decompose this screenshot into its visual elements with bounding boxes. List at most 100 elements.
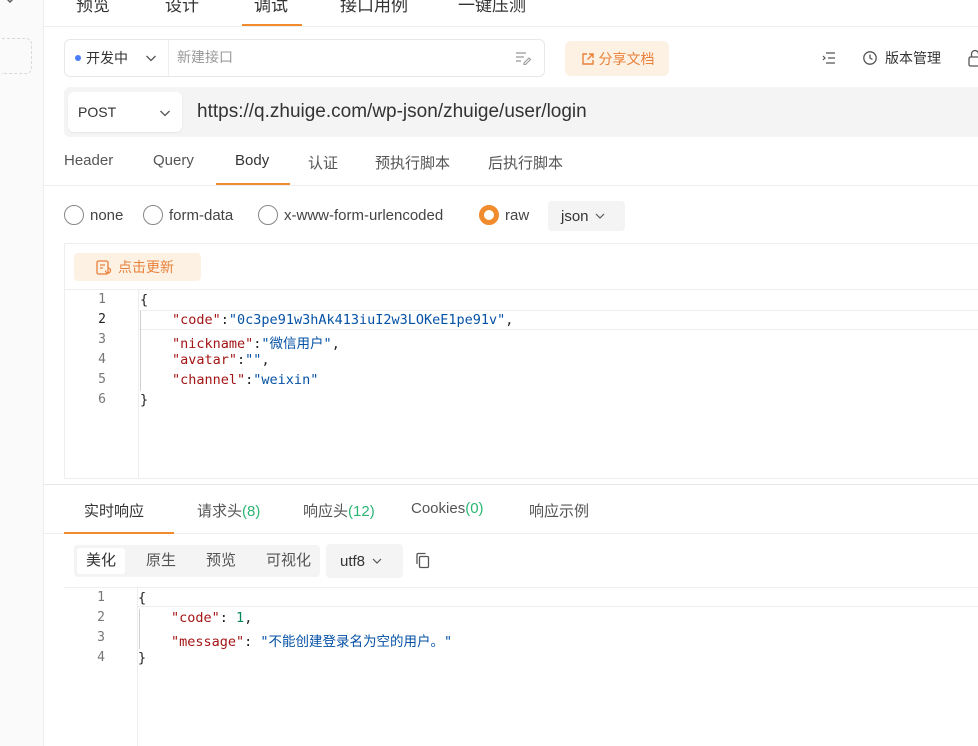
- code-line: "message": "不能创建登录名为空的用户。": [171, 634, 453, 650]
- radio-label: none: [90, 206, 124, 224]
- tab-label: 实时响应: [84, 503, 145, 520]
- sidebar-placeholder-box[interactable]: [2, 38, 32, 74]
- tab-cases[interactable]: 接口用例: [340, 0, 408, 16]
- view-mode-raw[interactable]: 原生: [137, 548, 185, 574]
- json-value: "微信用户": [261, 336, 332, 352]
- line-number: 4: [98, 352, 106, 367]
- view-mode-preview[interactable]: 预览: [197, 548, 245, 574]
- share-docs-label: 分享文档: [598, 50, 655, 67]
- tab-design[interactable]: 设计: [165, 0, 199, 16]
- share-icon: [581, 52, 594, 65]
- version-management-label: 版本管理: [885, 50, 941, 66]
- tab-load-test[interactable]: 一键压测: [458, 0, 526, 16]
- raw-format-label: json: [561, 207, 589, 225]
- tab-pre-script[interactable]: 预执行脚本: [375, 152, 450, 173]
- radio-circle: [143, 205, 163, 225]
- encoding-select[interactable]: utf8: [326, 544, 403, 578]
- env-status-dot: [75, 55, 81, 61]
- endpoint-name-bar: 开发中: [64, 39, 545, 77]
- line-number: 4: [97, 650, 105, 665]
- env-select[interactable]: 开发中: [65, 40, 169, 76]
- tab-response-headers[interactable]: 响应头(12): [303, 500, 375, 521]
- json-key: "message": [171, 634, 245, 650]
- tab-header[interactable]: Header: [64, 152, 113, 169]
- code-line: }: [140, 392, 149, 408]
- tab-request-headers[interactable]: 请求头(8): [197, 500, 260, 521]
- code-line: {: [140, 292, 149, 308]
- json-key: "nickname": [172, 336, 254, 352]
- chevron-down-icon: [144, 51, 158, 68]
- tab-post-script[interactable]: 后执行脚本: [488, 152, 563, 173]
- tab-query[interactable]: Query: [153, 152, 194, 169]
- clock-icon: [863, 51, 877, 65]
- json-value: 1: [236, 610, 245, 626]
- divider: [65, 289, 978, 290]
- endpoint-name-input[interactable]: [177, 49, 507, 65]
- lock-icon[interactable]: [968, 49, 978, 70]
- body-type-urlencoded[interactable]: x-www-form-urlencoded: [258, 205, 443, 225]
- code-line: {: [138, 590, 147, 606]
- view-mode-segmented: 美化 原生 预览 可视化: [74, 545, 320, 577]
- code-line: }: [138, 650, 147, 666]
- tab-cookies[interactable]: Cookies(0): [411, 500, 484, 517]
- json-key: "avatar": [172, 352, 238, 368]
- response-tab-bar: 实时响应 请求头(8) 响应头(12) Cookies(0) 响应示例: [44, 485, 978, 534]
- tab-label: 请求头: [197, 503, 243, 520]
- main-panel: 预览 设计 调试 接口用例 一键压测 开发中 分享文档 版本管理: [44, 0, 978, 746]
- line-number: 1: [98, 292, 106, 307]
- document-refresh-icon: [96, 259, 112, 275]
- json-value: "": [245, 352, 262, 368]
- raw-format-select[interactable]: json: [548, 201, 625, 231]
- env-label: 开发中: [86, 50, 128, 66]
- radio-circle: [64, 205, 84, 225]
- body-type-form-data[interactable]: form-data: [143, 205, 233, 225]
- tab-label: Cookies: [411, 500, 466, 517]
- json-value: "不能创建登录名为空的用户。": [260, 634, 453, 650]
- request-tab-bar: Header Query Body 认证 预执行脚本 后执行脚本: [44, 140, 978, 186]
- encoding-label: utf8: [340, 552, 366, 570]
- left-sidebar: [0, 0, 44, 746]
- chevron-down-icon: [372, 558, 382, 564]
- radio-circle-selected: [479, 205, 499, 225]
- json-key: "code": [171, 610, 220, 626]
- json-value: "0c3pe91w3hAk413iuI2w3LOKeE1pe91v": [228, 312, 506, 328]
- radio-label: form-data: [169, 206, 234, 224]
- edit-lines-icon[interactable]: [514, 50, 532, 69]
- request-url-input[interactable]: https://q.zhuige.com/wp-json/zhuige/user…: [197, 101, 587, 123]
- copy-icon[interactable]: [415, 552, 431, 573]
- line-number: 2: [97, 610, 105, 625]
- body-type-raw[interactable]: raw: [479, 205, 529, 225]
- tab-body[interactable]: Body: [235, 152, 269, 169]
- refresh-button[interactable]: 点击更新: [74, 253, 201, 281]
- view-mode-pretty[interactable]: 美化: [77, 548, 126, 574]
- chevron-down-icon[interactable]: [4, 0, 16, 9]
- radio-label: raw: [505, 206, 530, 224]
- line-separator: [138, 606, 978, 626]
- tab-count: (0): [465, 500, 484, 517]
- json-key: "code": [172, 312, 221, 328]
- http-method-select[interactable]: POST: [68, 92, 182, 132]
- line-number: 3: [97, 630, 105, 645]
- active-tab-indicator: [242, 24, 302, 26]
- code-line: "nickname":"微信用户",: [172, 336, 340, 352]
- tab-preview[interactable]: 预览: [76, 0, 110, 16]
- chevron-down-icon: [158, 106, 172, 123]
- json-trail: ,: [505, 312, 514, 328]
- tab-response-examples[interactable]: 响应示例: [529, 500, 589, 521]
- share-docs-button[interactable]: 分享文档: [565, 41, 669, 76]
- request-body-editor[interactable]: 点击更新 1 2 3 4 5 6 { "code":"0c3pe91w3hAk4…: [64, 243, 978, 479]
- body-type-none[interactable]: none: [64, 205, 123, 225]
- line-number: 6: [98, 392, 106, 407]
- http-method-label: POST: [78, 104, 117, 120]
- code-line: "code":"0c3pe91w3hAk413iuI2w3LOKeE1pe91v…: [172, 312, 514, 328]
- line-number: 1: [97, 590, 105, 605]
- tab-label: 响应示例: [529, 503, 590, 520]
- view-mode-visualize[interactable]: 可视化: [257, 548, 320, 574]
- list-indent-icon[interactable]: [821, 50, 837, 69]
- tab-auth[interactable]: 认证: [308, 152, 338, 173]
- tab-live-response[interactable]: 实时响应: [84, 500, 144, 521]
- tab-debug[interactable]: 调试: [254, 0, 288, 16]
- version-management-button[interactable]: 版本管理: [862, 48, 941, 68]
- tab-count: (12): [348, 503, 375, 520]
- code-line: "channel":"weixin": [172, 372, 319, 388]
